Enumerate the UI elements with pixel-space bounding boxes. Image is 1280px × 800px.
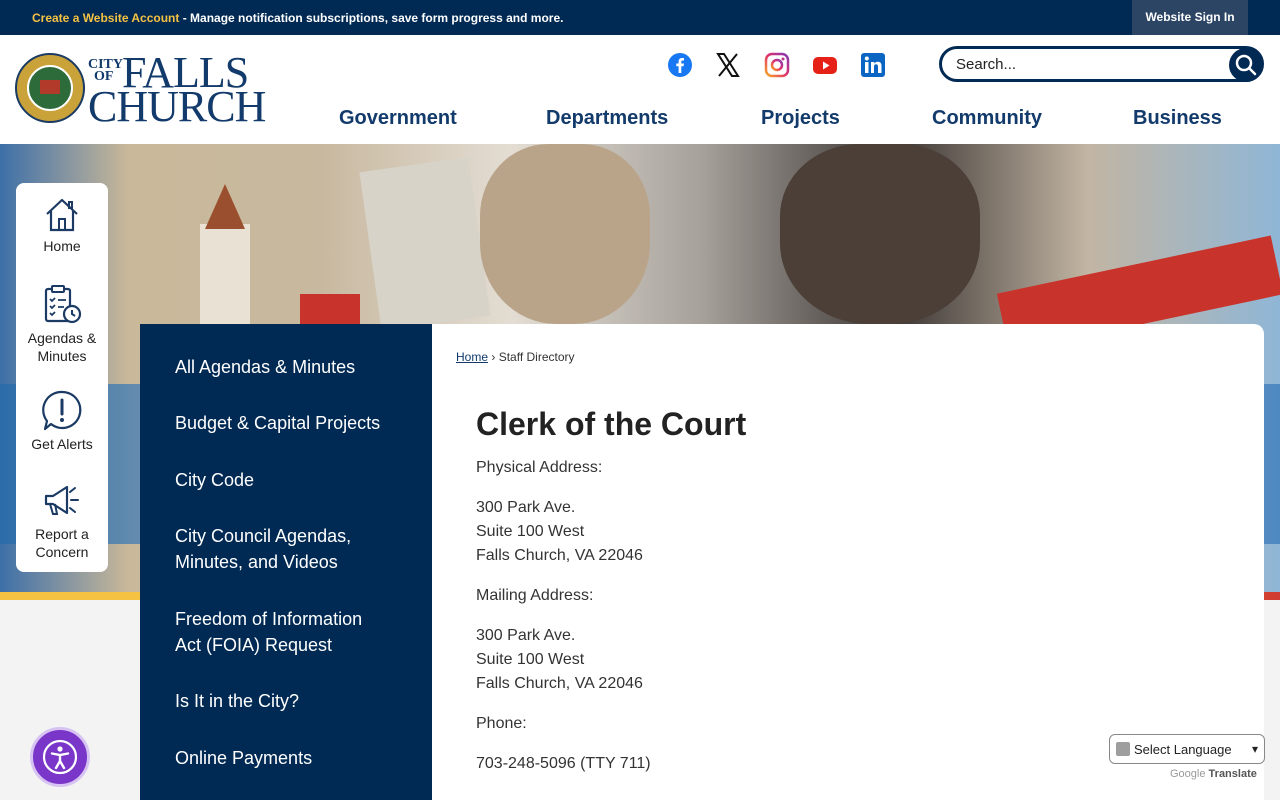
side-menu-item-foia-line2: Act (FOIA) Request <box>175 635 333 655</box>
agenda-clipboard-icon <box>44 285 82 324</box>
quick-link-home[interactable]: Home <box>16 195 108 255</box>
quick-link-agendas[interactable]: Agendas & Minutes <box>16 283 108 365</box>
physical-address-line1: 300 Park Ave. <box>476 499 576 516</box>
quick-link-agendas-label-1: Agendas & <box>27 330 97 346</box>
side-menu-item-foia[interactable]: Freedom of Information Act (FOIA) Reques… <box>175 606 405 658</box>
breadcrumb-home-link[interactable]: Home <box>456 350 488 364</box>
website-sign-in-button[interactable]: Website Sign In <box>1132 0 1248 35</box>
home-icon <box>46 198 78 232</box>
side-menu-item-city-code[interactable]: City Code <box>175 467 405 493</box>
phone-number[interactable]: 703-248-5096 (TTY 711) <box>476 752 651 776</box>
google-wordmark: Google <box>1170 768 1206 780</box>
side-menu-item-council-line2: Minutes, and Videos <box>175 552 338 572</box>
nav-business[interactable]: Business <box>1133 107 1222 130</box>
mailing-address-line3: Falls Church, VA 22046 <box>476 675 643 692</box>
physical-address-label: Physical Address: <box>476 459 603 476</box>
search-icon <box>1235 54 1257 76</box>
physical-address-line3: Falls Church, VA 22046 <box>476 547 643 564</box>
nav-departments[interactable]: Departments <box>546 107 668 130</box>
search-box <box>939 46 1264 82</box>
top-bar: Create a Website Account - Manage notifi… <box>0 0 1280 35</box>
powered-by-google-translate[interactable]: Google Translate <box>1170 768 1257 780</box>
breadcrumb-separator: › <box>491 350 496 364</box>
linkedin-icon[interactable] <box>860 52 886 78</box>
logo-church-text: CHURCH <box>88 82 266 131</box>
mailing-address: 300 Park Ave. Suite 100 West Falls Churc… <box>476 624 643 696</box>
account-message-text: - Manage notification subscriptions, sav… <box>179 11 564 25</box>
side-menu-item-council-line1: City Council Agendas, <box>175 526 352 546</box>
main-content: Home › Staff Directory Clerk of the Cour… <box>432 324 1264 800</box>
megaphone-icon <box>44 485 79 515</box>
alert-bubble-icon <box>42 390 82 431</box>
quick-links-panel: Home Agendas & Minutes Get Alerts Report… <box>16 183 108 572</box>
google-translate-icon <box>1116 742 1130 756</box>
quick-link-report-concern[interactable]: Report a Concern <box>16 479 108 561</box>
quick-link-report-label-1: Report a <box>35 526 89 542</box>
quick-link-agendas-label-2: Minutes <box>37 348 87 364</box>
physical-address: 300 Park Ave. Suite 100 West Falls Churc… <box>476 496 643 568</box>
side-menu-item-all-agendas[interactable]: All Agendas & Minutes <box>175 354 405 380</box>
mailing-address-label: Mailing Address: <box>476 587 594 604</box>
mailing-address-line1: 300 Park Ave. <box>476 627 576 644</box>
language-select[interactable]: Select Language ▾ <box>1109 734 1265 764</box>
youtube-icon[interactable] <box>812 52 838 78</box>
side-menu-item-foia-line1: Freedom of Information <box>175 609 363 629</box>
chevron-down-icon: ▾ <box>1251 742 1258 756</box>
nav-government[interactable]: Government <box>339 107 457 130</box>
city-seal-icon <box>15 53 85 123</box>
physical-address-line2: Suite 100 West <box>476 523 585 540</box>
breadcrumb-current: Staff Directory <box>498 350 575 364</box>
logo-city-text: CITY OF <box>88 57 124 84</box>
create-account-link[interactable]: Create a Website Account <box>32 11 179 25</box>
translate-wordmark: Translate <box>1208 768 1257 780</box>
page-title: Clerk of the Court <box>476 406 747 442</box>
nav-community[interactable]: Community <box>932 107 1042 130</box>
side-menu-item-online-payments[interactable]: Online Payments <box>175 745 405 771</box>
language-select-value: Select Language <box>1134 742 1232 757</box>
accessibility-button[interactable] <box>30 727 90 787</box>
facebook-icon[interactable] <box>667 52 693 78</box>
breadcrumb: Home › Staff Directory <box>456 350 575 364</box>
side-menu-item-council-agendas[interactable]: City Council Agendas, Minutes, and Video… <box>175 523 405 575</box>
search-input[interactable] <box>956 54 1216 74</box>
search-button[interactable] <box>1229 48 1263 82</box>
mailing-address-line2: Suite 100 West <box>476 651 585 668</box>
accessibility-icon <box>42 739 78 775</box>
quick-link-alerts-label: Get Alerts <box>31 436 93 452</box>
quick-link-report-label-2: Concern <box>35 544 89 560</box>
nav-projects[interactable]: Projects <box>761 107 840 130</box>
phone-label: Phone: <box>476 715 527 732</box>
side-menu: All Agendas & Minutes Budget & Capital P… <box>140 324 432 800</box>
quick-link-home-label: Home <box>43 238 81 254</box>
side-menu-item-is-it-in-city[interactable]: Is It in the City? <box>175 688 405 714</box>
quick-link-alerts[interactable]: Get Alerts <box>16 389 108 453</box>
site-header: CITYOF FALLS CHURCH Government <box>0 35 1280 144</box>
x-icon[interactable] <box>715 52 741 78</box>
account-message: Create a Website Account - Manage notifi… <box>32 11 563 25</box>
side-menu-item-budget[interactable]: Budget & Capital Projects <box>175 410 405 436</box>
instagram-icon[interactable] <box>764 52 790 78</box>
